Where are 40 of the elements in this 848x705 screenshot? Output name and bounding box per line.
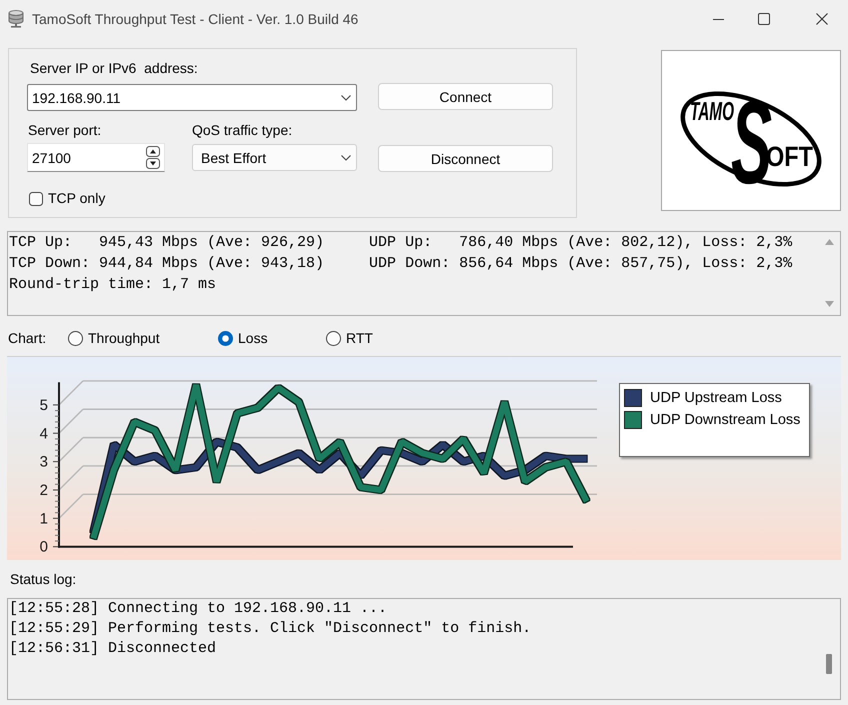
spin-up-icon[interactable] bbox=[146, 146, 160, 157]
chart-type-radio[interactable]: Throughput bbox=[68, 330, 218, 346]
log-line: [12:55:29] Performing tests. Click "Disconnect" to finish. bbox=[9, 619, 532, 639]
minimize-icon bbox=[712, 18, 724, 20]
stats-line: TCP Down: 944,84 Mbps (Ave: 943,18) UDP Down: 856,64 Mbps (Ave: 857,75), Loss: 2,3% bbox=[9, 254, 792, 274]
chart-type-label: Chart: bbox=[8, 330, 48, 346]
qos-type-label: QoS traffic type: bbox=[192, 121, 292, 139]
maximize-icon bbox=[758, 13, 770, 25]
port-spin-field[interactable]: 27100 bbox=[27, 143, 165, 172]
connect-button[interactable]: Connect bbox=[378, 83, 553, 110]
scroll-up-icon[interactable] bbox=[824, 239, 834, 245]
spin-down-icon[interactable] bbox=[146, 158, 160, 169]
y-tick-label: 2 bbox=[40, 482, 48, 499]
legend-label: UDP Downstream Loss bbox=[650, 412, 800, 428]
scrollbar-thumb[interactable] bbox=[826, 654, 832, 674]
legend-label: UDP Upstream Loss bbox=[650, 390, 782, 406]
stats-line: Round-trip time: 1,7 ms bbox=[9, 275, 216, 295]
status-log-label: Status log: bbox=[10, 570, 76, 588]
server-port-label: Server port: bbox=[28, 121, 102, 139]
y-tick-label: 0 bbox=[40, 538, 48, 556]
window-title: TamoSoft Throughput Test - Client - Ver. 1.0 Build 46 bbox=[32, 11, 358, 27]
chart-type-radio[interactable]: RTT bbox=[326, 330, 373, 346]
disconnect-button[interactable]: Disconnect bbox=[378, 145, 553, 172]
close-icon bbox=[816, 13, 828, 25]
server-address-label: Server IP or IPv6 address: bbox=[30, 59, 198, 77]
y-tick-label: 1 bbox=[40, 510, 48, 528]
y-tick-label: 4 bbox=[40, 425, 48, 442]
chevron-down-icon bbox=[341, 94, 351, 100]
chevron-down-icon bbox=[341, 154, 351, 160]
database-icon bbox=[8, 10, 24, 28]
qos-type-combo[interactable]: Best Effort bbox=[192, 144, 357, 171]
scroll-down-icon[interactable] bbox=[824, 301, 834, 307]
log-line: [12:55:28] Connecting to 192.168.90.11 ... bbox=[9, 599, 388, 619]
chart-type-radio[interactable]: Loss bbox=[218, 330, 326, 346]
y-tick-label: 3 bbox=[40, 454, 48, 471]
tcp-only-checkbox[interactable]: TCP only bbox=[29, 190, 106, 207]
stats-line: TCP Up: 945,43 Mbps (Ave: 926,29) UDP Up: 786,40 Mbps (Ave: 802,12), Loss: 2,3% bbox=[9, 233, 792, 253]
log-line: [12:56:31] Disconnected bbox=[9, 639, 216, 659]
y-tick-label: 5 bbox=[40, 396, 48, 414]
server-address-combo[interactable]: 192.168.90.11 bbox=[27, 84, 357, 111]
